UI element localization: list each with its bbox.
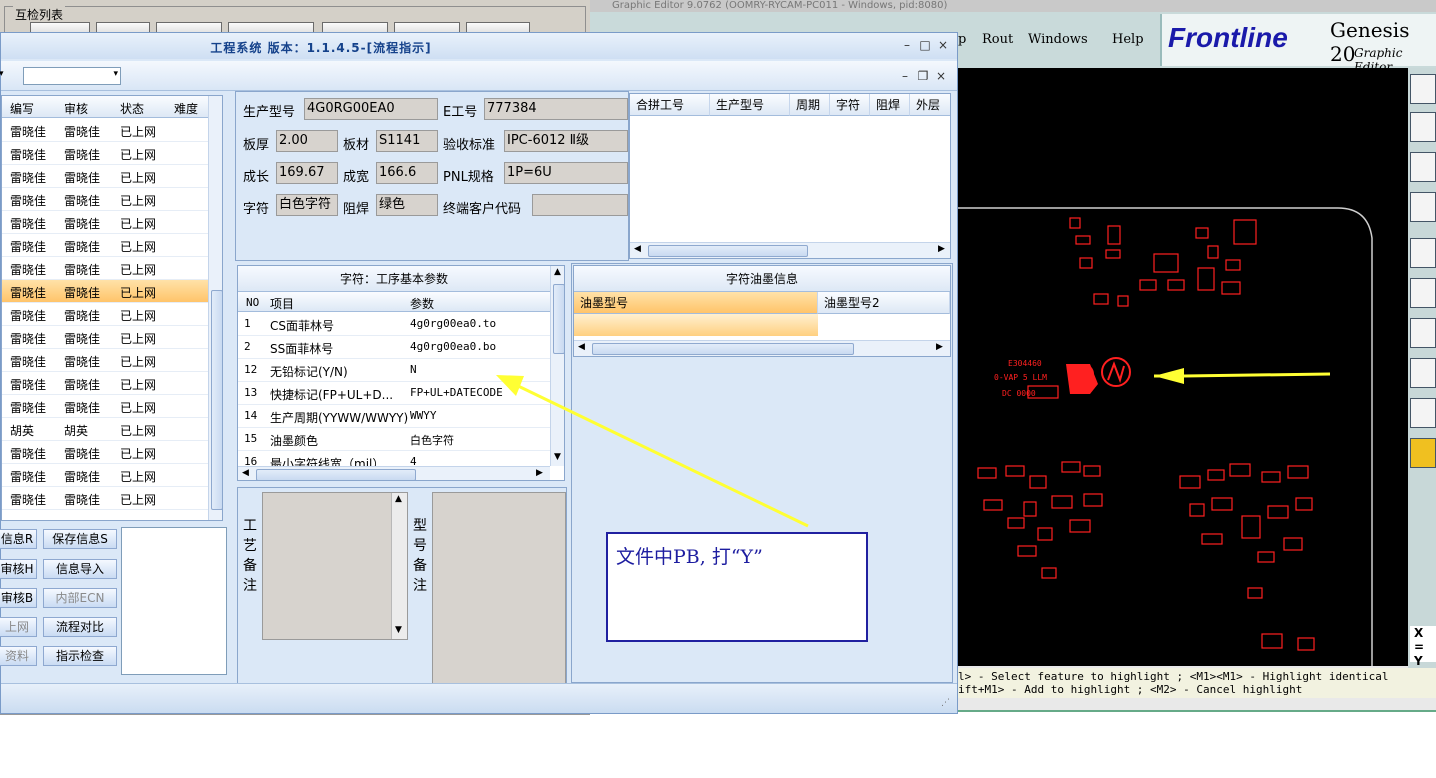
annotation-note-text: 文件中PB, 打“Y” bbox=[616, 546, 763, 568]
annotation-overlay bbox=[496, 375, 809, 528]
annotation-arrow-line bbox=[513, 382, 809, 528]
annotation-note-box: 文件中PB, 打“Y” bbox=[606, 532, 868, 642]
annotation-arrowhead-icon bbox=[496, 375, 524, 396]
